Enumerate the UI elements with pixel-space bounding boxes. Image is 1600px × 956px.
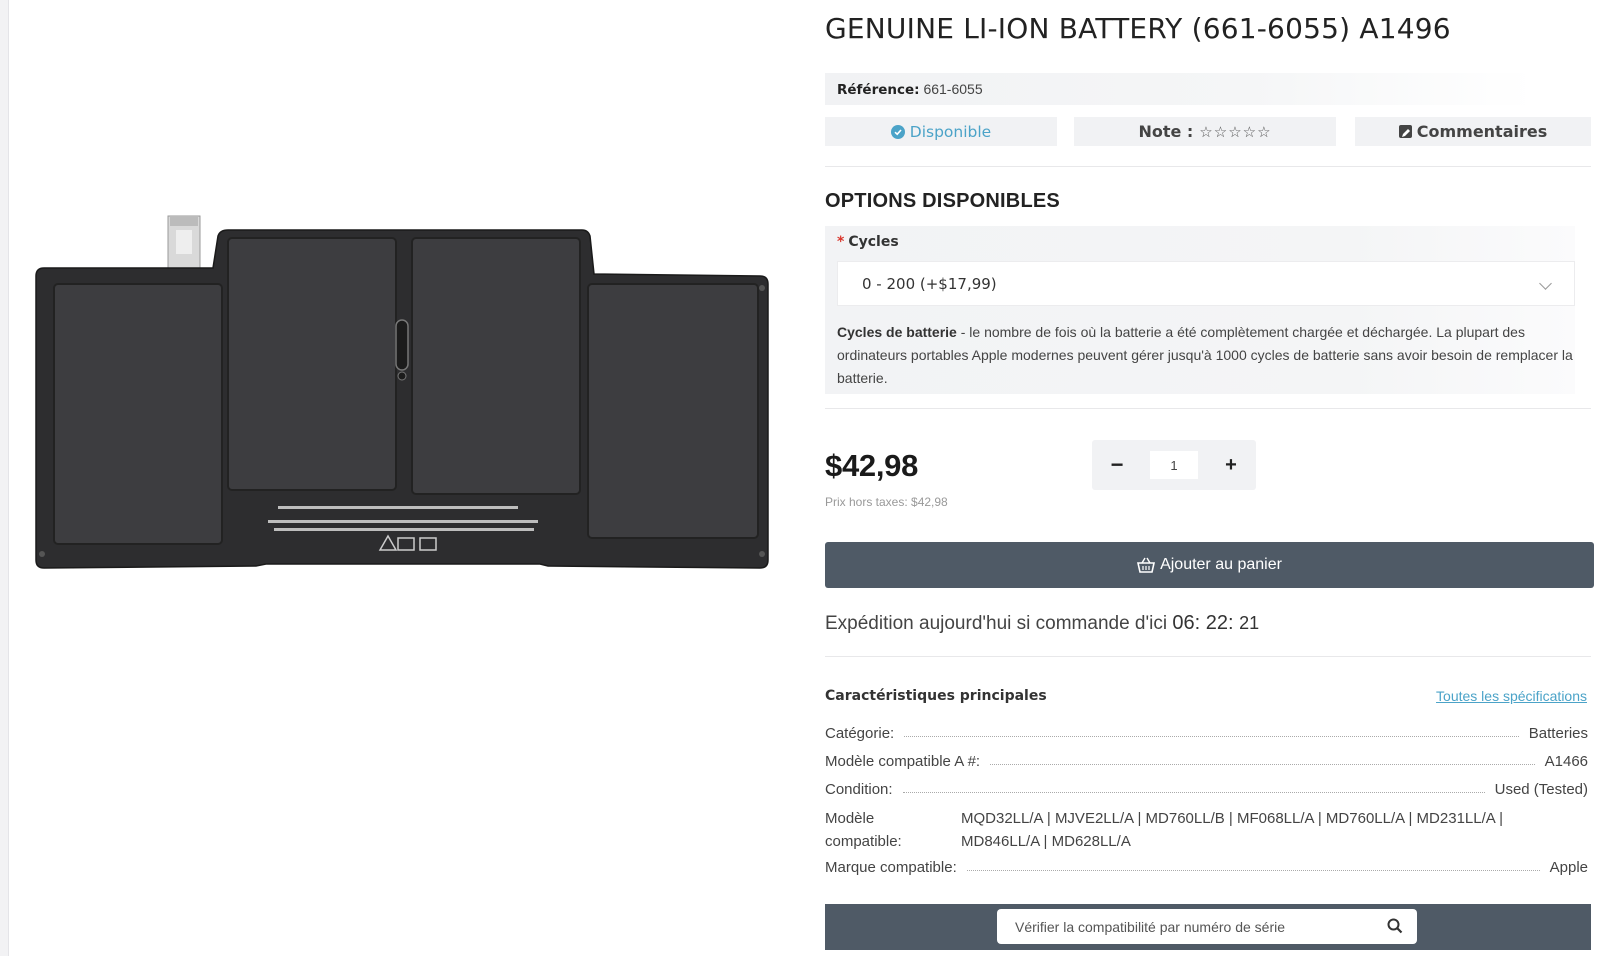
spec-row-brand: Marque compatible: Apple: [825, 854, 1588, 876]
spec-leader: [966, 870, 1540, 871]
timer-hours: 06: [1172, 612, 1195, 634]
chevron-down-icon: [1539, 277, 1552, 290]
reference-label: Référence:: [837, 82, 920, 98]
quantity-stepper: − +: [1092, 440, 1256, 490]
cycles-description-title: Cycles de batterie: [837, 324, 957, 340]
divider: [825, 166, 1591, 167]
add-to-cart-button[interactable]: Ajouter au panier: [825, 542, 1594, 588]
spec-value: Apple: [1549, 859, 1588, 876]
specs-heading: Caractéristiques principales: [825, 688, 1047, 704]
spec-label: Condition:: [825, 781, 893, 798]
product-image: [35, 215, 769, 569]
left-sidebar-edge: [0, 0, 9, 956]
options-heading: OPTIONS DISPONIBLES: [825, 190, 1060, 212]
rating-stars: ☆☆☆☆☆: [1199, 122, 1272, 141]
required-mark: *: [837, 234, 845, 250]
rating-label: Note :: [1138, 122, 1194, 141]
basket-icon: [1137, 557, 1156, 573]
all-specs-link[interactable]: Toutes les spécifications: [1436, 688, 1587, 704]
spec-value: MQD32LL/A | MJVE2LL/A | MD760LL/B | MF06…: [961, 810, 1503, 850]
availability-text: Disponible: [909, 122, 992, 141]
divider: [825, 656, 1591, 657]
quantity-decrease-button[interactable]: −: [1092, 440, 1142, 490]
options-box: * Cycles 0 - 200 (+$17,99) Cycles de batt…: [825, 226, 1575, 394]
comments-label: Commentaires: [1416, 122, 1548, 141]
spec-value: Used (Tested): [1494, 781, 1588, 798]
availability-badge: Disponible: [825, 117, 1057, 146]
quantity-increase-button[interactable]: +: [1206, 440, 1256, 490]
quantity-input[interactable]: [1150, 451, 1198, 479]
spec-label: Modèle compatible:: [825, 810, 902, 850]
spec-row-model-number: Modèle compatible A #: A1466: [825, 748, 1588, 770]
serial-number-placeholder: Vérifier la compatibilité par numéro de …: [1015, 918, 1286, 935]
spec-leader: [990, 764, 1535, 765]
spec-value: Batteries: [1528, 725, 1588, 742]
reference-bar: Référence: 661-6055: [825, 73, 1534, 105]
spec-row-category: Catégorie: Batteries: [825, 720, 1588, 742]
shipping-countdown: Expédition aujourd'hui si commande d'ici…: [825, 612, 1260, 634]
edit-icon: [1398, 125, 1412, 138]
cycles-selected-value: 0 - 200 (+$17,99): [862, 274, 997, 293]
shipping-text: Expédition aujourd'hui si commande d'ici: [825, 613, 1173, 634]
cycles-label: * Cycles: [837, 234, 899, 250]
cycles-description: Cycles de batterie - le nombre de fois o…: [837, 321, 1575, 390]
spec-leader: [904, 736, 1519, 737]
price-without-tax: Prix hors taxes: $42,98: [825, 495, 948, 509]
spec-value: A1466: [1544, 753, 1588, 770]
rating-box[interactable]: Note : ☆☆☆☆☆: [1074, 117, 1336, 146]
product-title: GENUINE LI-ION BATTERY (661-6055) A1496: [825, 12, 1451, 45]
serial-number-input[interactable]: Vérifier la compatibilité par numéro de …: [997, 909, 1417, 944]
divider: [825, 408, 1591, 409]
add-to-cart-label: Ajouter au panier: [1160, 556, 1282, 573]
status-row: Disponible Note : ☆☆☆☆☆ Commentaires: [825, 117, 1591, 146]
spec-label: Marque compatible:: [825, 859, 957, 876]
cycles-select[interactable]: 0 - 200 (+$17,99): [837, 261, 1575, 306]
spec-label: Catégorie:: [825, 725, 895, 742]
reference-value: 661-6055: [923, 81, 983, 97]
price: $42,98: [825, 448, 919, 483]
comments-button[interactable]: Commentaires: [1355, 117, 1591, 146]
timer-seconds: 21: [1239, 613, 1260, 633]
search-icon[interactable]: [1387, 918, 1403, 937]
spec-label: Modèle compatible A #:: [825, 753, 981, 770]
spec-row-condition: Condition: Used (Tested): [825, 776, 1588, 798]
check-circle-icon: [890, 124, 905, 139]
spec-leader: [902, 792, 1485, 793]
serial-verify-bar: Vérifier la compatibilité par numéro de …: [825, 904, 1591, 950]
cycles-label-text: Cycles: [848, 234, 899, 250]
timer-minutes: 22: [1205, 612, 1228, 634]
